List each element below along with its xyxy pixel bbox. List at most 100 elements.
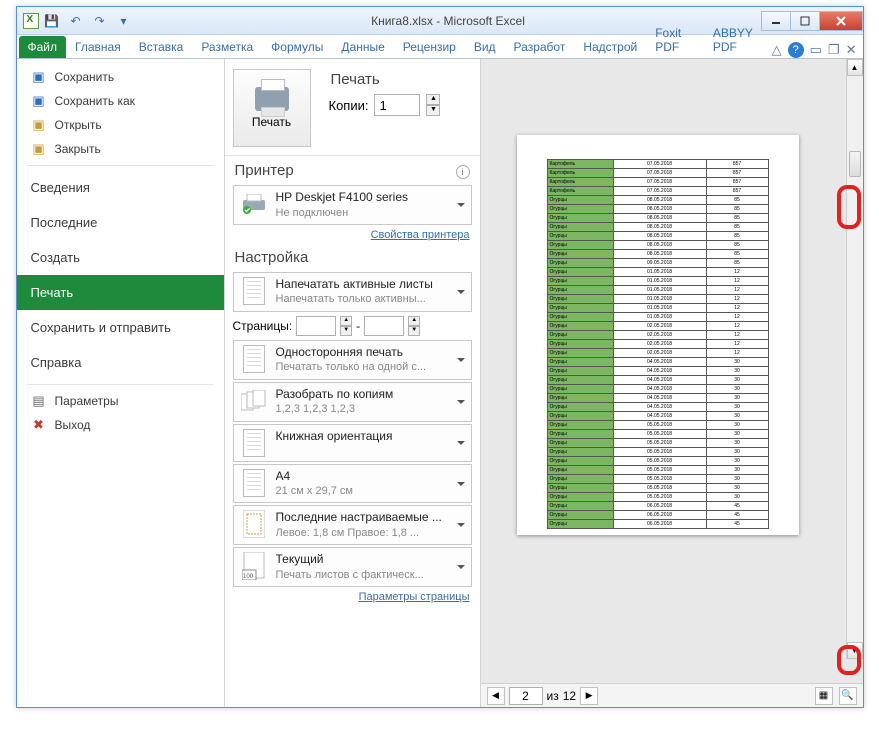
mdi-minimize-button[interactable]: ▭	[810, 42, 822, 58]
sheets-icon	[240, 277, 268, 305]
ribbon-tab-вставка[interactable]: Вставка	[130, 36, 193, 58]
paper-icon	[240, 469, 268, 497]
nav-open-icon[interactable]: ▣Открыть	[17, 113, 224, 137]
total-pages: 12	[563, 689, 576, 703]
scaling-selector[interactable]: 100 ТекущийПечать листов с фактическ...	[233, 547, 472, 587]
dropdown-arrow-icon	[457, 523, 465, 531]
table-row: Картофель07.05.2018857	[547, 160, 768, 169]
print-settings-panel: Печать Печать Копии: ▲▼ i Принтер	[225, 59, 481, 707]
printer-properties-link[interactable]: Свойства принтера	[371, 229, 470, 241]
nav-item-Создать[interactable]: Создать	[17, 240, 224, 275]
page-from-spinner[interactable]: ▲▼	[340, 316, 352, 336]
backstage-view: ▣Сохранить▣Сохранить как▣Открыть▣Закрыть…	[17, 59, 863, 707]
page-setup-link[interactable]: Параметры страницы	[359, 591, 470, 603]
quick-access-toolbar: 💾 ↶ ↷ ▾	[17, 10, 135, 32]
dropdown-arrow-icon	[457, 482, 465, 490]
margins-icon	[240, 510, 268, 538]
qat-save-button[interactable]: 💾	[41, 10, 63, 32]
table-row: Огурцы01.05.201812	[547, 268, 768, 277]
mdi-close-button[interactable]: ✕	[846, 42, 857, 58]
table-row: Огурцы05.05.201830	[547, 484, 768, 493]
print-what-selector[interactable]: Напечатать активные листы Напечатать тол…	[233, 272, 472, 312]
nav-save-icon[interactable]: ▣Сохранить	[17, 65, 224, 89]
ribbon-tab-формулы[interactable]: Формулы	[262, 36, 332, 58]
nav-options-icon[interactable]: ▤Параметры	[17, 389, 224, 413]
collate-selector[interactable]: Разобрать по копиям1,2,3 1,2,3 1,2,3	[233, 382, 472, 422]
ribbon-tab-рецензир[interactable]: Рецензир	[394, 36, 465, 58]
nav-item-Справка[interactable]: Справка	[17, 345, 224, 380]
print-section-title: Печать	[331, 71, 439, 88]
table-row: Огурцы05.05.201830	[547, 430, 768, 439]
nav-item-Последние[interactable]: Последние	[17, 205, 224, 240]
table-row: Огурцы05.05.201830	[547, 493, 768, 502]
next-page-button[interactable]: ▶	[580, 687, 598, 705]
ribbon-tab-abbyy pdf[interactable]: ABBYY PDF	[704, 22, 772, 58]
nav-item-Сведения[interactable]: Сведения	[17, 170, 224, 205]
dropdown-arrow-icon	[457, 203, 465, 211]
print-button-label: Печать	[252, 115, 291, 129]
qat-customize-button[interactable]: ▾	[113, 10, 135, 32]
ribbon-tab-файл[interactable]: Файл	[19, 36, 67, 58]
ribbon-tools: △ ? ▭ ❐ ✕	[772, 42, 863, 58]
copies-input[interactable]	[374, 94, 420, 116]
printer-section-title: Принтер	[235, 162, 470, 179]
help-button[interactable]: ?	[788, 42, 804, 58]
of-label: из	[547, 689, 559, 703]
printer-icon	[255, 87, 289, 111]
show-margins-button[interactable]: ▦	[815, 687, 833, 705]
margins-selector[interactable]: Последние настраиваемые ...Левое: 1,8 см…	[233, 505, 472, 545]
printer-name: HP Deskjet F4100 series	[276, 190, 465, 206]
table-row: Огурцы04.05.201830	[547, 394, 768, 403]
page-to-spinner[interactable]: ▲▼	[408, 316, 420, 336]
qat-undo-button[interactable]: ↶	[65, 10, 87, 32]
printer-selector[interactable]: HP Deskjet F4100 series Не подключен	[233, 185, 472, 225]
print-preview-panel: Картофель07.05.2018857 Картофель07.05.201…	[481, 59, 863, 707]
scroll-up-button[interactable]: ▲	[847, 59, 863, 76]
table-row: Огурцы08.05.201885	[547, 223, 768, 232]
printer-info-icon[interactable]: i	[456, 165, 470, 179]
scroll-thumb[interactable]	[849, 151, 861, 177]
highlight-scroll-down	[837, 645, 861, 675]
dropdown-arrow-icon	[457, 290, 465, 298]
table-row: Огурцы01.05.201812	[547, 313, 768, 322]
maximize-button[interactable]	[790, 11, 820, 31]
nav-close-file-icon[interactable]: ▣Закрыть	[17, 137, 224, 161]
table-row: Огурцы04.05.201830	[547, 385, 768, 394]
copies-spinner[interactable]: ▲▼	[426, 94, 440, 116]
page-to-input[interactable]	[364, 316, 404, 336]
ribbon-minimize-button[interactable]: △	[772, 42, 782, 58]
svg-text:100: 100	[243, 574, 254, 580]
one-side-icon	[240, 345, 268, 373]
qat-redo-button[interactable]: ↷	[89, 10, 111, 32]
options-icon: ▤	[31, 393, 47, 409]
prev-page-button[interactable]: ◀	[487, 687, 505, 705]
printer-device-icon	[240, 190, 268, 218]
nav-item-Печать[interactable]: Печать	[17, 275, 224, 310]
ribbon-tab-данные[interactable]: Данные	[332, 36, 393, 58]
nav-exit-icon[interactable]: ✖Выход	[17, 413, 224, 437]
page-from-input[interactable]	[296, 316, 336, 336]
paper-size-selector[interactable]: A421 см x 29,7 см	[233, 464, 472, 504]
preview-table: Картофель07.05.2018857 Картофель07.05.201…	[547, 159, 769, 529]
ribbon-tab-foxit pdf[interactable]: Foxit PDF	[646, 22, 704, 58]
orientation-selector[interactable]: Книжная ориентация	[233, 424, 472, 462]
close-button[interactable]	[819, 11, 863, 31]
table-row: Картофель07.05.2018857	[547, 187, 768, 196]
preview-vertical-scrollbar[interactable]: ▲ ▼	[846, 59, 863, 659]
table-row: Огурцы09.05.201885	[547, 259, 768, 268]
ribbon-tab-главная[interactable]: Главная	[66, 36, 130, 58]
print-button[interactable]: Печать	[233, 69, 311, 147]
printer-status: Не подключен	[276, 206, 465, 220]
table-row: Огурцы05.05.201830	[547, 466, 768, 475]
nav-save-as-icon[interactable]: ▣Сохранить как	[17, 89, 224, 113]
current-page-input[interactable]	[509, 687, 543, 705]
ribbon-tab-разметка[interactable]: Разметка	[192, 36, 262, 58]
ribbon-tab-надстрой[interactable]: Надстрой	[574, 36, 646, 58]
nav-item-Сохранить и отправить[interactable]: Сохранить и отправить	[17, 310, 224, 345]
ribbon-tab-вид[interactable]: Вид	[465, 36, 505, 58]
mdi-restore-button[interactable]: ❐	[828, 42, 840, 58]
ribbon-tab-разработ[interactable]: Разработ	[505, 36, 575, 58]
zoom-to-page-button[interactable]: 🔍	[839, 687, 857, 705]
sides-selector[interactable]: Односторонняя печатьПечатать только на о…	[233, 340, 472, 380]
dropdown-arrow-icon	[457, 400, 465, 408]
